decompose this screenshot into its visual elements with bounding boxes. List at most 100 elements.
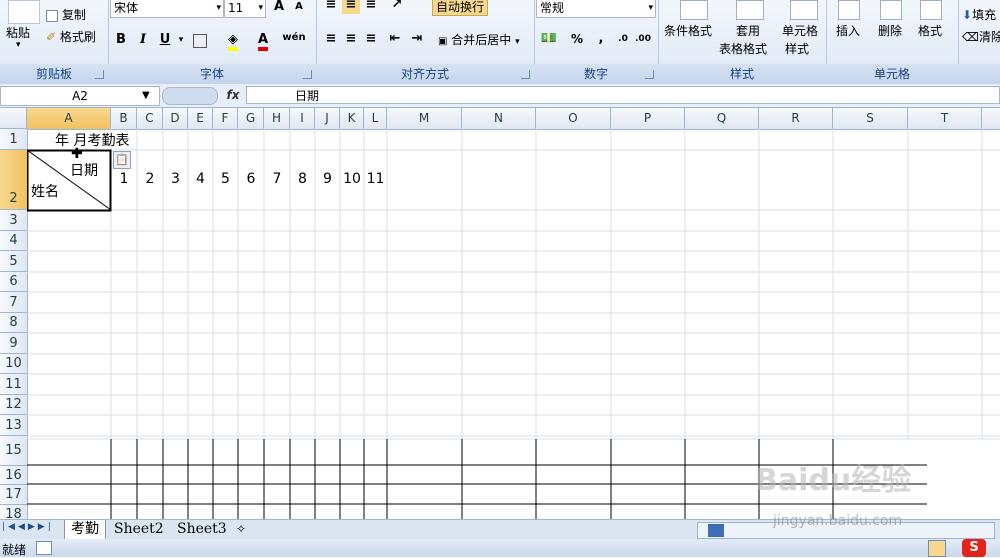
column-header-p[interactable]: P: [611, 108, 685, 129]
cell-style-label[interactable]: 样式: [785, 40, 809, 57]
clipboard-launcher-icon[interactable]: [95, 70, 104, 79]
format-as-table-button[interactable]: 套用: [736, 22, 760, 39]
column-header-l[interactable]: L: [364, 108, 387, 129]
align-bottom-icon[interactable]: ≡: [362, 0, 380, 14]
row-header-1[interactable]: 1: [0, 129, 27, 150]
fill-color-icon[interactable]: ◈: [224, 31, 242, 51]
column-header-d[interactable]: D: [163, 108, 188, 129]
row-header-10[interactable]: 10: [0, 354, 27, 374]
column-header-n[interactable]: N: [462, 108, 536, 129]
row-header-7[interactable]: 7: [0, 292, 27, 313]
column-header-a[interactable]: A: [27, 108, 111, 129]
format-painter-button[interactable]: ✐ 格式刷: [46, 28, 96, 45]
row-header-6[interactable]: 6: [0, 272, 27, 292]
font-color-icon[interactable]: A: [254, 31, 272, 51]
underline-dropdown-icon[interactable]: ▾: [172, 31, 190, 49]
row-header-9[interactable]: 9: [0, 333, 27, 354]
column-header-q[interactable]: Q: [685, 108, 759, 129]
font-name-select[interactable]: 宋体 ▾: [110, 0, 224, 18]
shrink-font-button[interactable]: A: [290, 0, 308, 16]
paste-icon[interactable]: [8, 0, 40, 24]
cell-style-button[interactable]: 单元格: [782, 22, 818, 39]
column-header-b[interactable]: B: [111, 108, 137, 129]
border-icon[interactable]: [193, 34, 207, 48]
align-top-icon[interactable]: ≡: [322, 0, 340, 14]
sheet-nav-arrows-icon[interactable]: |◀◀▶▶|: [2, 522, 54, 532]
comma-icon[interactable]: ,: [592, 30, 610, 48]
column-header-s[interactable]: S: [833, 108, 908, 129]
conditional-format-button[interactable]: 条件格式: [664, 22, 712, 39]
cell-day-5: 5: [221, 171, 230, 187]
row-header-16[interactable]: 16: [0, 466, 27, 485]
paste-dropdown-icon[interactable]: ▾: [16, 40, 21, 50]
name-box[interactable]: A2: [0, 86, 160, 106]
font-size-select[interactable]: 11 ▾: [224, 0, 266, 18]
formula-bar-splitter[interactable]: [162, 87, 218, 105]
increase-indent-icon[interactable]: ⇥: [408, 30, 426, 48]
column-header-t[interactable]: T: [908, 108, 982, 129]
normal-view-icon[interactable]: [928, 540, 946, 557]
insert-function-icon[interactable]: fx: [222, 86, 244, 104]
column-header-k[interactable]: K: [340, 108, 364, 129]
delete-button[interactable]: 删除: [878, 22, 902, 39]
format-button[interactable]: 格式: [918, 22, 942, 39]
row-header-17[interactable]: 17: [0, 485, 27, 505]
column-header-r[interactable]: R: [759, 108, 833, 129]
italic-button[interactable]: I: [134, 31, 152, 49]
number-format-select[interactable]: 常规 ▾: [536, 0, 656, 18]
decrease-indent-icon[interactable]: ⇤: [386, 30, 404, 48]
column-header-i[interactable]: I: [290, 108, 315, 129]
number-launcher-icon[interactable]: [645, 70, 654, 79]
percent-icon[interactable]: %: [568, 30, 586, 48]
row-header-12[interactable]: 12: [0, 395, 27, 415]
sheet-tab-1[interactable]: Sheet2: [108, 520, 170, 539]
scroll-thumb[interactable]: [708, 524, 724, 537]
bold-button[interactable]: B: [112, 31, 130, 49]
row-header-13[interactable]: 13: [0, 415, 27, 436]
row-header-2[interactable]: 2: [0, 150, 27, 210]
select-all-corner[interactable]: [0, 108, 27, 129]
format-as-table-label[interactable]: 表格格式: [719, 40, 767, 57]
insert-button[interactable]: 插入: [836, 22, 860, 39]
paste-button[interactable]: 粘贴: [6, 24, 30, 41]
paste-options-icon[interactable]: 📋: [113, 151, 131, 169]
column-header-m[interactable]: M: [387, 108, 462, 129]
decrease-decimal-icon[interactable]: .00: [634, 30, 652, 48]
align-center-icon[interactable]: ≡: [342, 30, 360, 48]
orientation-icon[interactable]: ↗: [388, 0, 406, 14]
grow-font-button[interactable]: A: [270, 0, 288, 16]
column-header-e[interactable]: E: [188, 108, 213, 129]
column-header-o[interactable]: O: [536, 108, 611, 129]
alignment-launcher-icon[interactable]: [521, 70, 530, 79]
formula-input[interactable]: 日期: [246, 86, 1000, 104]
row-header-11[interactable]: 11: [0, 374, 27, 395]
align-left-icon[interactable]: ≡: [322, 30, 340, 48]
column-header-c[interactable]: C: [137, 108, 163, 129]
row-header-5[interactable]: 5: [0, 251, 27, 272]
insert-sheet-icon[interactable]: ✧: [236, 522, 246, 536]
align-right-icon[interactable]: ≡: [362, 30, 380, 48]
font-launcher-icon[interactable]: [303, 70, 312, 79]
sheet-tab-0[interactable]: 考勤: [64, 520, 106, 540]
merge-center-button[interactable]: ▣ 合并后居中 ▾: [438, 31, 520, 48]
copy-button[interactable]: 复制: [46, 6, 86, 23]
wrap-text-button[interactable]: 自动换行: [432, 0, 489, 16]
row-header-4[interactable]: 4: [0, 231, 27, 251]
column-header-f[interactable]: F: [213, 108, 238, 129]
fill-button[interactable]: ⬇填充: [962, 6, 996, 23]
macro-record-icon[interactable]: [36, 541, 52, 555]
phonetic-icon[interactable]: wén: [282, 29, 306, 47]
currency-icon[interactable]: 💵: [540, 30, 558, 48]
column-header-h[interactable]: H: [264, 108, 290, 129]
sheet-tab-2[interactable]: Sheet3: [171, 520, 233, 539]
row-header-8[interactable]: 8: [0, 313, 27, 333]
name-box-dropdown-icon[interactable]: ▼: [142, 86, 150, 106]
column-header-g[interactable]: G: [238, 108, 264, 129]
increase-decimal-icon[interactable]: .0: [614, 30, 632, 48]
sogou-ime-icon[interactable]: S: [962, 539, 986, 557]
clear-button[interactable]: ⌫清除: [962, 28, 1000, 45]
row-header-15[interactable]: 15: [0, 436, 27, 466]
row-header-3[interactable]: 3: [0, 210, 27, 231]
align-middle-icon[interactable]: ≡: [342, 0, 360, 14]
column-header-j[interactable]: J: [315, 108, 340, 129]
